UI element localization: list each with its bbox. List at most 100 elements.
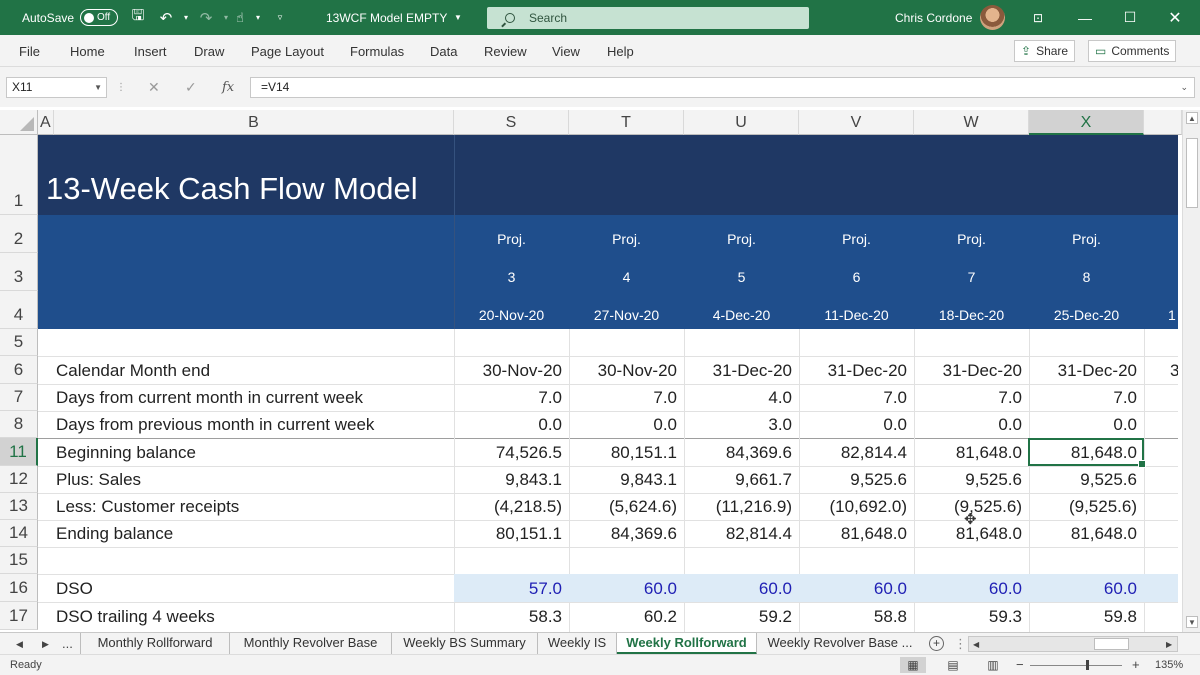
formula-bar-grip-icon[interactable]: ⋮ [116, 77, 127, 98]
label-row-16[interactable]: DSO [38, 574, 454, 602]
header-proj-x[interactable]: Proj. [1029, 231, 1144, 247]
expand-formula-icon[interactable]: ⌄ [1180, 78, 1188, 97]
redo-icon[interactable]: ↷ [196, 0, 216, 35]
cell-v16[interactable]: 60.0 [799, 574, 914, 602]
add-sheet-icon[interactable]: + [929, 636, 944, 651]
cell-x13[interactable]: (9,525.6) [1029, 493, 1144, 520]
header-week-u[interactable]: 5 [684, 269, 799, 285]
cell-w7[interactable]: 7.0 [914, 384, 1029, 411]
tab-split-icon[interactable]: ⋮ [954, 633, 967, 655]
header-proj-s[interactable]: Proj. [454, 231, 569, 247]
tab-insert[interactable]: Insert [134, 35, 167, 67]
maximize-icon[interactable]: ☐ [1120, 0, 1140, 35]
cell-v14[interactable]: 81,648.0 [799, 520, 914, 547]
header-proj-t[interactable]: Proj. [569, 231, 684, 247]
row-header-5[interactable]: 5 [0, 329, 38, 356]
cell-t7[interactable]: 7.0 [569, 384, 684, 411]
label-row-6[interactable]: Calendar Month end [38, 356, 454, 384]
header-week-w[interactable]: 7 [914, 269, 1029, 285]
row-header-11[interactable]: 11 [0, 438, 38, 466]
row-header-15[interactable]: 15 [0, 547, 38, 574]
autosave-toggle[interactable]: Off [80, 9, 118, 26]
tab-review[interactable]: Review [484, 35, 527, 67]
cell-w11[interactable]: 81,648.0 [914, 438, 1029, 466]
sheet-tab-weekly-is[interactable]: Weekly IS [538, 633, 617, 655]
tab-view[interactable]: View [552, 35, 580, 67]
row-header-8[interactable]: 8 [0, 411, 38, 438]
header-date-s[interactable]: 20-Nov-20 [454, 307, 569, 323]
header-proj-v[interactable]: Proj. [799, 231, 914, 247]
label-row-11[interactable]: Beginning balance [38, 438, 454, 466]
normal-view-icon[interactable]: ▦ [900, 657, 926, 673]
cell-x8[interactable]: 0.0 [1029, 411, 1144, 438]
column-header-b[interactable]: B [54, 110, 454, 135]
column-header-s[interactable]: S [454, 110, 569, 135]
avatar[interactable] [980, 5, 1005, 30]
row-header-2[interactable]: 2 [0, 215, 38, 253]
scroll-left-icon[interactable]: ◀ [973, 634, 979, 656]
cell-v6[interactable]: 31-Dec-20 [799, 356, 914, 384]
cell-v12[interactable]: 9,525.6 [799, 466, 914, 493]
column-header-a[interactable]: A [38, 110, 54, 135]
label-row-14[interactable]: Ending balance [38, 520, 454, 547]
zoom-out-icon[interactable]: − [1016, 657, 1024, 672]
undo-icon[interactable]: ↶ [156, 0, 176, 35]
cell-u8[interactable]: 3.0 [684, 411, 799, 438]
header-week-t[interactable]: 4 [569, 269, 684, 285]
cell-s7[interactable]: 7.0 [454, 384, 569, 411]
touch-mode-icon[interactable]: ☝ [230, 0, 250, 35]
cell-x14[interactable]: 81,648.0 [1029, 520, 1144, 547]
cell-u12[interactable]: 9,661.7 [684, 466, 799, 493]
cell-u7[interactable]: 4.0 [684, 384, 799, 411]
cell-s13[interactable]: (4,218.5) [454, 493, 569, 520]
tab-home[interactable]: Home [70, 35, 105, 67]
ribbon-display-options-icon[interactable]: ⊡ [1028, 0, 1048, 35]
tab-data[interactable]: Data [430, 35, 457, 67]
cell-u11[interactable]: 84,369.6 [684, 438, 799, 466]
page-layout-view-icon[interactable]: ▤ [940, 657, 966, 673]
cell-u6[interactable]: 31-Dec-20 [684, 356, 799, 384]
tab-help[interactable]: Help [607, 35, 634, 67]
row-header-16[interactable]: 16 [0, 574, 38, 602]
zoom-level[interactable]: 135% [1155, 659, 1183, 671]
sheet-tab-weekly-rollforward[interactable]: Weekly Rollforward [617, 633, 757, 655]
row-header-12[interactable]: 12 [0, 466, 38, 493]
cell-v13[interactable]: (10,692.0) [799, 493, 914, 520]
cell-x17[interactable]: 59.8 [1029, 602, 1144, 630]
cell-w16[interactable]: 60.0 [914, 574, 1029, 602]
sheet-tab-weekly-bs-summary[interactable]: Weekly BS Summary [392, 633, 538, 655]
cell-t13[interactable]: (5,624.6) [569, 493, 684, 520]
cell-x6[interactable]: 31-Dec-20 [1029, 356, 1144, 384]
cell-w8[interactable]: 0.0 [914, 411, 1029, 438]
prev-sheet-icon[interactable]: ◀ [16, 633, 23, 655]
column-header-t[interactable]: T [569, 110, 684, 135]
vertical-scrollbar[interactable]: ▲ ▼ [1182, 110, 1200, 632]
scroll-right-icon[interactable]: ▶ [1166, 634, 1172, 656]
cell-u14[interactable]: 82,814.4 [684, 520, 799, 547]
tab-draw[interactable]: Draw [194, 35, 224, 67]
cell-x7[interactable]: 7.0 [1029, 384, 1144, 411]
customize-qat-icon[interactable]: ▿ [270, 0, 290, 35]
share-button[interactable]: ⇪ Share [1014, 40, 1076, 62]
sheet-tab-monthly-revolver-base[interactable]: Monthly Revolver Base [230, 633, 392, 655]
formula-input[interactable]: =V14 ⌄ [250, 77, 1195, 98]
label-row-17[interactable]: DSO trailing 4 weeks [38, 602, 454, 630]
active-cell-x11[interactable] [1028, 438, 1146, 468]
search-box[interactable]: Search [487, 7, 809, 29]
cell-v8[interactable]: 0.0 [799, 411, 914, 438]
document-title[interactable]: 13WCF Model EMPTY ▼ [326, 0, 462, 35]
label-row-8[interactable]: Days from previous month in current week [38, 411, 454, 438]
tab-formulas[interactable]: Formulas [350, 35, 404, 67]
cell-s8[interactable]: 0.0 [454, 411, 569, 438]
cell-w12[interactable]: 9,525.6 [914, 466, 1029, 493]
cell-t16[interactable]: 60.0 [569, 574, 684, 602]
page-break-view-icon[interactable]: ▥ [980, 657, 1006, 673]
cell-v11[interactable]: 82,814.4 [799, 438, 914, 466]
label-row-12[interactable]: Plus: Sales [38, 466, 454, 493]
enter-icon[interactable]: ✓ [185, 77, 197, 98]
cancel-icon[interactable]: ✕ [148, 77, 160, 98]
zoom-slider-knob[interactable] [1086, 660, 1089, 670]
cell-t11[interactable]: 80,151.1 [569, 438, 684, 466]
label-row-13[interactable]: Less: Customer receipts [38, 493, 454, 520]
cell-v17[interactable]: 58.8 [799, 602, 914, 630]
